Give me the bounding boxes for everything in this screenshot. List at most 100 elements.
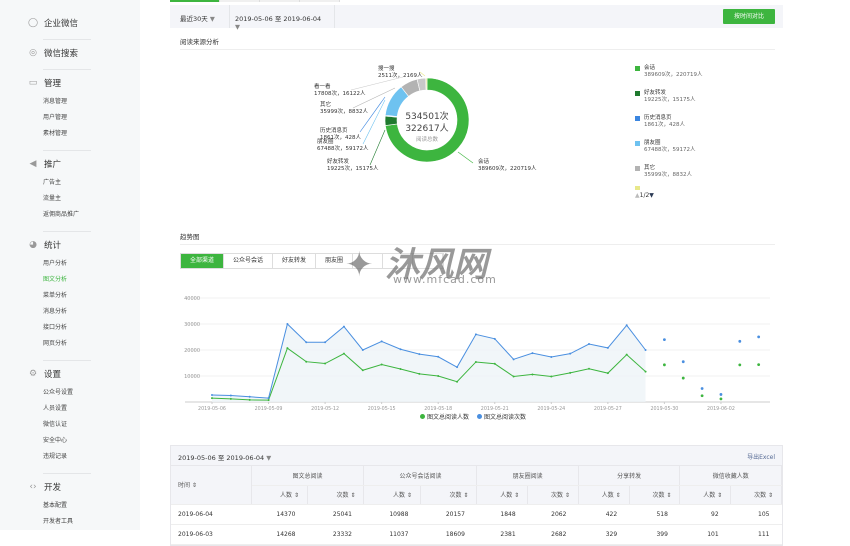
col-users[interactable]: 人数 ⇕ (679, 485, 732, 505)
data-point[interactable] (361, 369, 364, 372)
sidebar-item[interactable]: 接口分析 (43, 322, 67, 331)
col-time[interactable]: 时间 ⇕ (171, 466, 252, 505)
data-point[interactable] (229, 397, 232, 400)
tab-channel-2[interactable]: 好友转发 (273, 254, 317, 268)
sidebar-item[interactable]: 用户管理 (43, 112, 67, 121)
data-point[interactable] (550, 356, 553, 359)
data-point[interactable] (286, 323, 289, 325)
data-point[interactable] (588, 367, 590, 370)
data-point[interactable] (248, 395, 251, 398)
data-point[interactable] (342, 325, 345, 328)
sidebar-section-1[interactable]: ◎ 微信搜索 (28, 47, 78, 59)
data-point[interactable] (512, 358, 515, 361)
data-point[interactable] (211, 397, 213, 400)
col-users[interactable]: 人数 ⇕ (578, 485, 630, 505)
data-point[interactable] (738, 363, 742, 367)
data-point[interactable] (399, 348, 402, 351)
data-point[interactable] (512, 375, 515, 378)
tab-channel-0[interactable]: 全部渠道 (181, 254, 225, 268)
col-reads[interactable]: 次数 ⇕ (730, 485, 782, 505)
legend-item[interactable]: 图文总阅读人数 (420, 412, 469, 421)
col-users[interactable]: 人数 ⇕ (251, 485, 308, 505)
data-point[interactable] (681, 360, 685, 364)
donut-slice-6[interactable] (425, 77, 428, 91)
data-point[interactable] (606, 346, 609, 349)
data-point[interactable] (625, 324, 628, 327)
data-point[interactable] (663, 363, 666, 367)
sidebar-item[interactable]: 广告主 (43, 177, 61, 186)
data-point[interactable] (418, 353, 421, 356)
data-point[interactable] (588, 343, 590, 346)
data-point[interactable] (550, 375, 553, 378)
col-reads[interactable]: 次数 ⇕ (527, 485, 579, 505)
data-point[interactable] (267, 399, 270, 402)
data-point[interactable] (286, 347, 289, 350)
data-point[interactable] (399, 367, 402, 370)
sidebar-item[interactable]: 菜单分析 (43, 290, 67, 299)
data-point[interactable] (606, 372, 609, 375)
sidebar-item[interactable]: 安全中心 (43, 435, 67, 444)
data-point[interactable] (625, 353, 628, 356)
data-point[interactable] (211, 393, 213, 396)
data-point[interactable] (380, 340, 383, 343)
col-users[interactable]: 人数 ⇕ (476, 485, 529, 505)
data-point[interactable] (681, 376, 685, 380)
col-reads[interactable]: 次数 ⇕ (629, 485, 681, 505)
data-point[interactable] (663, 338, 666, 341)
data-point[interactable] (305, 360, 308, 363)
data-point[interactable] (531, 373, 534, 376)
data-point[interactable] (324, 362, 327, 365)
sidebar-item[interactable]: 人员设置 (43, 403, 67, 412)
sidebar-item[interactable]: 图文分析 (43, 274, 67, 283)
sidebar-item[interactable]: 消息分析 (43, 306, 67, 315)
sidebar-section-2[interactable]: ▭ 管理 (28, 77, 61, 89)
data-point[interactable] (248, 398, 251, 401)
data-point[interactable] (380, 363, 383, 366)
sidebar-item[interactable]: 素材管理 (43, 128, 67, 137)
sidebar-section-5[interactable]: ⚙ 设置 (28, 368, 61, 380)
date-range-picker[interactable]: 2019-05-06 至 2019-06-04 ▼ (229, 5, 335, 31)
sidebar-item[interactable]: 消息管理 (43, 96, 67, 105)
top-tabs[interactable] (170, 0, 370, 2)
table-date-range[interactable]: 2019-05-06 至 2019-06-04 ▼ (178, 452, 271, 462)
data-point[interactable] (437, 355, 440, 358)
sidebar-item[interactable]: 基本配置 (43, 500, 67, 509)
data-point[interactable] (361, 349, 364, 351)
data-point[interactable] (474, 360, 477, 363)
data-point[interactable] (229, 394, 232, 397)
legend-item[interactable]: 会话 389609次，220719人 (635, 65, 703, 90)
pager-down-icon[interactable]: ▼ (649, 192, 654, 199)
data-point[interactable] (569, 371, 572, 374)
data-point[interactable] (719, 397, 723, 401)
legend-item[interactable]: 朋友圈 67488次，59172人 (635, 140, 703, 165)
legend-item[interactable]: 其它 35999次，8832人 (635, 165, 703, 190)
data-point[interactable] (305, 341, 308, 344)
data-point[interactable] (418, 372, 421, 375)
legend-pager[interactable]: ▲1/2▼ (635, 192, 703, 199)
col-users[interactable]: 人数 ⇕ (363, 485, 421, 505)
sidebar-item[interactable]: 开发者工具 (43, 516, 73, 525)
export-excel-link[interactable]: 导出Excel (747, 452, 775, 461)
sidebar-item[interactable]: 流量主 (43, 193, 61, 202)
range-select[interactable]: 最近30天 ▼ (180, 13, 215, 23)
data-point[interactable] (700, 387, 704, 390)
sidebar-section-6[interactable]: ‹› 开发 (28, 481, 61, 493)
data-point[interactable] (644, 349, 647, 351)
sidebar-section-3[interactable]: ◀ 推广 (28, 158, 61, 170)
data-point[interactable] (531, 352, 534, 355)
data-point[interactable] (267, 397, 270, 400)
data-point[interactable] (738, 339, 742, 343)
data-point[interactable] (324, 341, 327, 344)
data-point[interactable] (757, 363, 761, 367)
data-point[interactable] (342, 352, 345, 355)
sidebar-item[interactable]: 微信认证 (43, 419, 67, 428)
col-reads[interactable]: 次数 ⇕ (307, 485, 365, 505)
sidebar-item[interactable]: 公众号设置 (43, 387, 73, 396)
tab-channel-1[interactable]: 公众号会话 (224, 254, 274, 268)
sidebar-section-0[interactable]: ◯ 企业微信 (28, 17, 78, 29)
data-point[interactable] (757, 335, 761, 339)
data-point[interactable] (719, 393, 723, 396)
sidebar-item[interactable]: 网页分析 (43, 338, 67, 347)
data-point[interactable] (437, 375, 440, 377)
sidebar-item[interactable]: 违规记录 (43, 451, 67, 460)
